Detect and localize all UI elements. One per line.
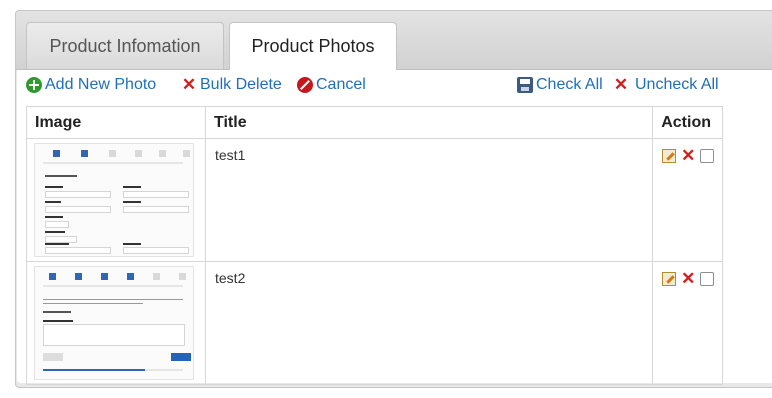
table-row: test2 ✕ (26, 261, 723, 385)
delete-icon: ✕ (181, 75, 197, 94)
table-row: test1 ✕ (26, 138, 723, 262)
uncheck-icon: ✕ (613, 75, 629, 94)
row-checkbox[interactable] (700, 272, 714, 287)
title-cell: test1 (204, 138, 654, 262)
delete-icon[interactable]: ✕ (681, 147, 695, 164)
add-icon (26, 77, 42, 93)
column-header-action: Action (652, 106, 723, 139)
bulk-delete-label: Bulk Delete (200, 76, 282, 93)
photo-thumbnail[interactable] (34, 143, 194, 257)
uncheck-all-link[interactable]: ✕ Uncheck All (613, 76, 719, 94)
image-cell (26, 138, 206, 262)
uncheck-all-label: Uncheck All (635, 76, 719, 93)
action-cell: ✕ (652, 138, 723, 262)
add-new-photo-link[interactable]: Add New Photo (26, 76, 156, 94)
edit-icon[interactable] (662, 149, 677, 164)
tab-product-information[interactable]: Product Infomation (26, 22, 224, 69)
image-cell (26, 261, 206, 385)
tab-bar: Product Infomation Product Photos (16, 11, 772, 70)
product-editor-panel: Product Infomation Product Photos Add Ne… (15, 10, 772, 388)
action-cell: ✕ (652, 261, 723, 385)
cancel-link[interactable]: Cancel (297, 76, 366, 94)
column-header-image: Image (26, 106, 206, 139)
delete-icon[interactable]: ✕ (681, 270, 695, 287)
table-header-row: Image Title Action (26, 106, 723, 139)
cancel-label: Cancel (316, 76, 366, 93)
check-all-label: Check All (536, 76, 603, 93)
photos-table: Image Title Action test1 ✕ test2 ✕ (26, 106, 723, 385)
floppy-disk-icon (517, 77, 533, 93)
edit-icon[interactable] (662, 272, 677, 287)
check-all-link[interactable]: Check All (517, 76, 603, 94)
photo-thumbnail[interactable] (34, 266, 194, 380)
cancel-icon (297, 77, 313, 93)
bulk-delete-link[interactable]: ✕ Bulk Delete (181, 76, 282, 94)
column-header-title: Title (204, 106, 654, 139)
title-cell: test2 (204, 261, 654, 385)
add-new-photo-label: Add New Photo (45, 76, 157, 93)
row-checkbox[interactable] (700, 149, 714, 164)
photo-toolbar: Add New Photo ✕ Bulk Delete Cancel Check… (26, 76, 746, 98)
tab-product-photos[interactable]: Product Photos (229, 22, 397, 70)
photos-content: Add New Photo ✕ Bulk Delete Cancel Check… (17, 70, 772, 385)
